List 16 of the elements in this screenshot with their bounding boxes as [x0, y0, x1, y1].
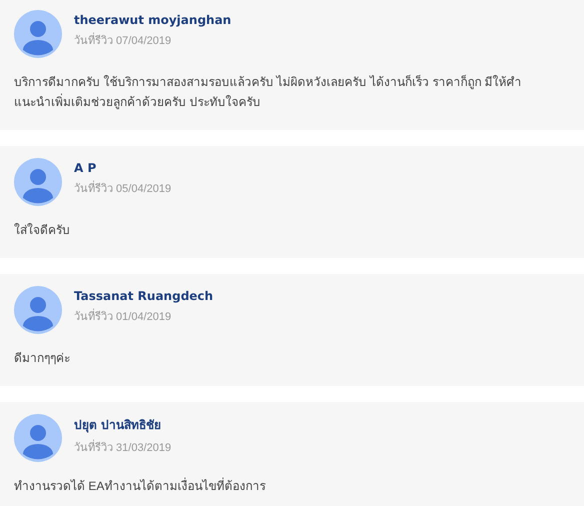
avatar-icon	[14, 286, 62, 334]
review-text: ทำงานรวดได้ EAทำงานได้ตามเงื่อนไขที่ต้องการ	[14, 476, 266, 495]
review-date: วันที่รีวิว 01/04/2019	[74, 307, 214, 325]
reviewer-name: A P	[74, 161, 98, 175]
reviewer-name: Tassanat Ruangdech	[74, 289, 214, 303]
review-text: บริการดีมากครับ ใช้บริการมาสองสามรอบแล้วครับ ไม่ผิดหวังเลยครับ ได้งานก็เร็ว ราคาก็ถูก มีให้ศำแนะนำเพิ่มเติมช่วยลูกค้าด้วยครับ ประทับใจครับ	[14, 74, 523, 112]
review-text: ดีมากๆๆค่ะ	[14, 350, 71, 367]
avatar-icon	[14, 414, 62, 462]
reviewer-name: theerawut moyjanghan	[74, 13, 232, 27]
review-date: วันที่รีวิว 31/03/2019	[74, 438, 172, 456]
review-date: วันที่รีวิว 05/04/2019	[74, 179, 172, 197]
reviewer-name: ปยุต ปานสิทธิชัย	[74, 416, 162, 434]
avatar-icon	[14, 10, 62, 58]
review-text: ใส่ใจดีครับ	[14, 222, 71, 239]
avatar-icon	[14, 158, 62, 206]
review-date: วันที่รีวิว 07/04/2019	[74, 31, 232, 49]
